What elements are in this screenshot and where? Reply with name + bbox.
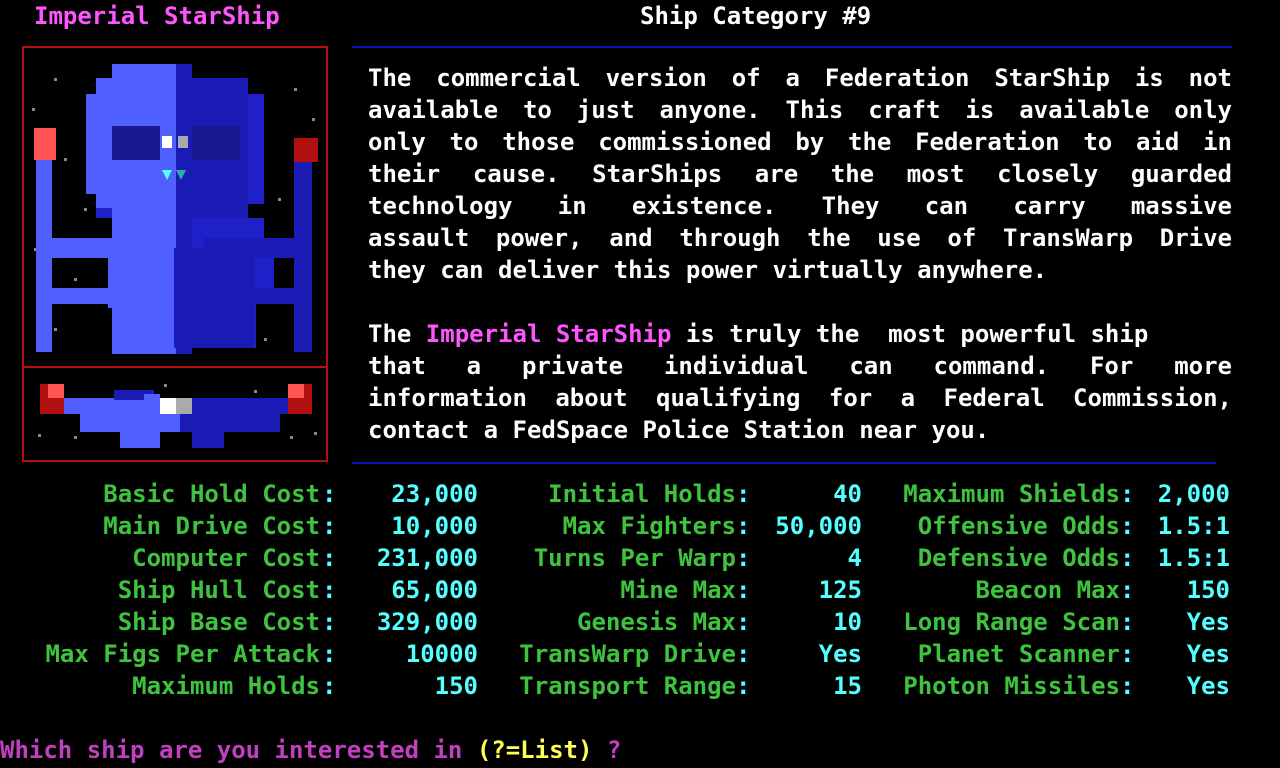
stat-value: Yes <box>818 640 862 668</box>
description-prefix: The <box>368 320 426 348</box>
stat-colon: : <box>1120 544 1135 572</box>
ship-name-title: Imperial StarShip <box>34 2 280 30</box>
stat-value: 150 <box>434 672 478 700</box>
stat-value: 15 <box>833 672 862 700</box>
stat-colon: : <box>1120 576 1135 604</box>
stat-label: Computer Cost <box>132 544 320 572</box>
prompt-end: ? <box>592 736 622 764</box>
stat-value: 40 <box>833 480 862 508</box>
stat-colon: : <box>322 672 337 700</box>
description-line: information about qualifying for a Feder… <box>368 384 1232 412</box>
ship-side-view-image <box>38 384 317 448</box>
top-divider <box>352 46 1232 48</box>
stat-value: 1.5:1 <box>1157 512 1230 540</box>
stat-colon: : <box>736 672 751 700</box>
stat-label: Turns Per Warp <box>533 544 736 572</box>
stat-label: Photon Missiles <box>903 672 1120 700</box>
stat-value: 1.5:1 <box>1157 544 1230 572</box>
prompt-list-hint: (?=List) <box>476 736 593 764</box>
description-line-highlight: The Imperial StarShip is truly the most … <box>368 318 1232 350</box>
stat-value: 23,000 <box>391 480 478 508</box>
stat-colon: : <box>322 640 337 668</box>
description-line: contact a FedSpace Police Station near y… <box>368 416 990 444</box>
stat-label: Planet Scanner <box>917 640 1120 668</box>
stat-value: 2,000 <box>1157 480 1230 508</box>
description-line: The commercial version of a Federation S… <box>368 64 1232 92</box>
stat-value: Yes <box>1186 672 1230 700</box>
description-line: assault power, and through the use of Tr… <box>368 224 1232 252</box>
stat-label: Maximum Holds <box>132 672 320 700</box>
stat-colon: : <box>736 544 751 572</box>
stat-colon: : <box>1120 512 1135 540</box>
stat-value: 231,000 <box>376 544 478 572</box>
prompt-question: Which ship are you interested in <box>0 736 477 764</box>
command-prompt[interactable]: Which ship are you interested in (?=List… <box>0 734 621 766</box>
stat-value: 329,000 <box>376 608 478 636</box>
stat-colon: : <box>1120 672 1135 700</box>
stat-label: Main Drive Cost <box>103 512 320 540</box>
stat-colon: : <box>736 512 751 540</box>
stat-label: Maximum Shields <box>903 480 1120 508</box>
stat-value: 10,000 <box>391 512 478 540</box>
stat-value: 10000 <box>405 640 478 668</box>
stat-value: 4 <box>847 544 862 572</box>
stat-label: Defensive Odds <box>917 544 1120 572</box>
stat-value: 150 <box>1186 576 1230 604</box>
stat-colon: : <box>322 512 337 540</box>
ship-name-inline: Imperial StarShip <box>425 320 672 348</box>
stat-colon: : <box>322 544 337 572</box>
ship-front-view-image <box>32 64 318 354</box>
stat-colon: : <box>1120 640 1135 668</box>
stat-label: Max Figs Per Attack <box>45 640 320 668</box>
stat-colon: : <box>322 480 337 508</box>
stat-value: 50,000 <box>775 512 862 540</box>
description-line: available to just anyone. This craft is … <box>368 96 1232 124</box>
bottom-divider <box>352 462 1216 464</box>
description-line: only to those commissioned by the Federa… <box>368 128 1232 156</box>
stat-colon: : <box>1120 480 1135 508</box>
stat-label: Basic Hold Cost <box>103 480 320 508</box>
stat-label: Ship Hull Cost <box>117 576 320 604</box>
description-line: technology in existence. They can carry … <box>368 192 1232 220</box>
stat-label: Long Range Scan <box>903 608 1120 636</box>
stat-value: Yes <box>1186 640 1230 668</box>
stat-colon: : <box>1120 608 1135 636</box>
stat-colon: : <box>736 576 751 604</box>
stat-colon: : <box>322 608 337 636</box>
stat-value: 125 <box>818 576 862 604</box>
stat-label: Max Fighters <box>562 512 736 540</box>
stat-label: Initial Holds <box>548 480 736 508</box>
stat-value: Yes <box>1186 608 1230 636</box>
description-suffix: is truly the most powerful ship <box>671 320 1149 348</box>
description-line: they can deliver this power virtually an… <box>368 256 1048 284</box>
stat-label: Transport Range <box>519 672 736 700</box>
stat-label: Mine Max <box>620 576 736 604</box>
stat-colon: : <box>736 608 751 636</box>
stat-colon: : <box>736 640 751 668</box>
stat-colon: : <box>736 480 751 508</box>
stat-value: 65,000 <box>391 576 478 604</box>
stat-label: Offensive Odds <box>917 512 1120 540</box>
stat-label: Ship Base Cost <box>117 608 320 636</box>
stat-colon: : <box>322 576 337 604</box>
description-line: that a private individual can command. F… <box>368 352 1232 380</box>
description-line: their cause. StarShips are the most clos… <box>368 160 1232 188</box>
stat-value: 10 <box>833 608 862 636</box>
stat-label: Beacon Max <box>975 576 1121 604</box>
stat-label: Genesis Max <box>577 608 736 636</box>
stat-label: TransWarp Drive <box>519 640 736 668</box>
ship-category-title: Ship Category #9 <box>640 2 872 30</box>
ship-description: The commercial version of a Federation S… <box>368 62 1232 446</box>
